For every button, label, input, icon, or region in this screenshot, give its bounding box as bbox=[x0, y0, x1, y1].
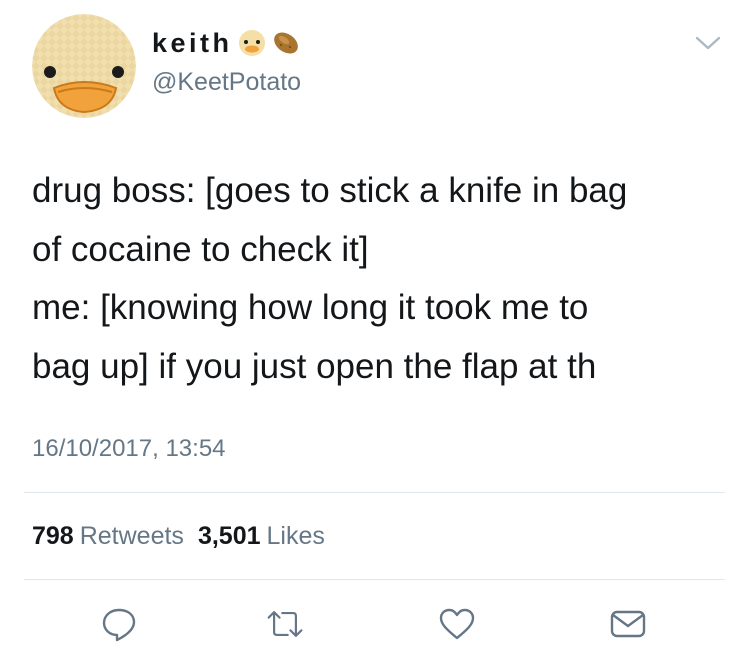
tweet-line: me: [knowing how long it took me to bbox=[32, 288, 589, 327]
duck-face-avatar-icon bbox=[32, 14, 136, 118]
user-handle[interactable]: @KeetPotato bbox=[152, 66, 301, 98]
retweet-button[interactable] bbox=[265, 604, 305, 644]
tweet-timestamp[interactable]: 16/10/2017, 13:54 bbox=[32, 433, 226, 465]
tweet-line: of cocaine to check it] bbox=[32, 229, 369, 269]
likes-count: 3,501 bbox=[197, 522, 261, 550]
retweet-icon bbox=[267, 611, 303, 637]
display-name-text: keith bbox=[152, 28, 233, 58]
divider bbox=[24, 579, 725, 580]
direct-message-icon bbox=[610, 610, 646, 638]
tweet-stats: 798 Retweets 3,501 Likes bbox=[32, 519, 325, 553]
divider bbox=[24, 492, 725, 493]
like-button[interactable] bbox=[437, 604, 477, 644]
tweet-line: bag up] if you just open the flap at th bbox=[32, 346, 597, 386]
likes-stat[interactable]: 3,501 Likes bbox=[198, 522, 325, 550]
reply-button[interactable] bbox=[99, 604, 139, 644]
direct-message-button[interactable] bbox=[608, 604, 648, 644]
potato-emoji-icon bbox=[271, 28, 301, 58]
retweets-count: 798 bbox=[32, 522, 74, 550]
reply-icon bbox=[102, 608, 136, 642]
display-name[interactable]: keith bbox=[152, 26, 301, 60]
avatar[interactable] bbox=[32, 14, 136, 118]
retweets-stat[interactable]: 798 Retweets bbox=[32, 522, 184, 550]
tweet-line: drug boss: [goes to stick a knife in bag bbox=[32, 171, 628, 210]
duck-emoji-icon bbox=[237, 28, 267, 58]
like-icon bbox=[439, 608, 475, 640]
likes-label: Likes bbox=[266, 522, 325, 550]
chevron-down-icon[interactable] bbox=[693, 34, 723, 52]
tweet-text: drug boss: [goes to stick a knife in bag… bbox=[32, 162, 732, 396]
retweets-label: Retweets bbox=[79, 522, 184, 550]
